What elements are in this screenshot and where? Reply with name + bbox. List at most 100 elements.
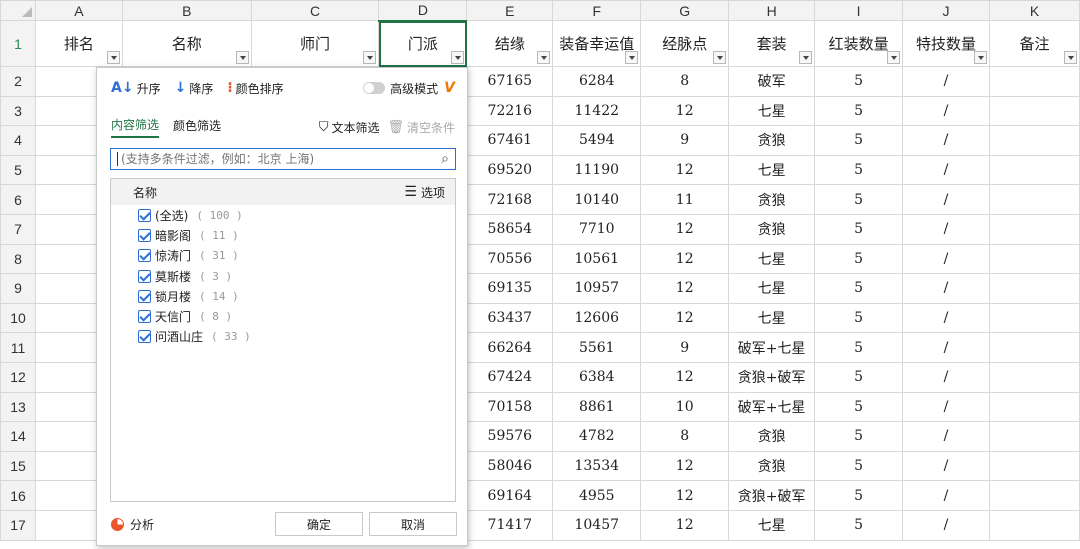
cell-taozhuang[interactable]: 破军+七星 bbox=[728, 391, 816, 423]
cell-red-count[interactable]: 5 bbox=[814, 66, 904, 97]
checkbox[interactable] bbox=[138, 208, 151, 222]
row-header[interactable]: 10 bbox=[0, 302, 36, 334]
cell-luck[interactable]: 10140 bbox=[552, 184, 642, 215]
cell-taozhuang[interactable]: 破军 bbox=[728, 66, 816, 97]
header-cell-rank[interactable]: 排名 bbox=[34, 20, 123, 67]
cell-skill-count[interactable]: / bbox=[902, 509, 990, 541]
cell-skill-count[interactable]: / bbox=[902, 421, 990, 452]
cell-skill-count[interactable]: / bbox=[902, 125, 990, 156]
cell-red-count[interactable]: 5 bbox=[814, 125, 904, 156]
checkbox[interactable] bbox=[138, 289, 151, 303]
filter-dropdown-button[interactable] bbox=[363, 51, 377, 64]
cell-skill-count[interactable]: / bbox=[902, 154, 990, 186]
cell-jieyuan[interactable]: 58046 bbox=[466, 450, 554, 482]
cell-jieyuan[interactable]: 72168 bbox=[466, 184, 554, 215]
cell-taozhuang[interactable]: 贪狼+破军 bbox=[728, 480, 816, 511]
cell-jingmai[interactable]: 8 bbox=[640, 421, 730, 452]
cell-luck[interactable]: 6284 bbox=[552, 66, 642, 97]
cell-red-count[interactable]: 5 bbox=[814, 391, 904, 423]
cell-jingmai[interactable]: 12 bbox=[640, 361, 730, 393]
filter-dropdown-button[interactable] bbox=[625, 51, 639, 64]
header-cell-red-count[interactable]: 红装数量 bbox=[814, 20, 904, 67]
header-cell-luck[interactable]: 装备幸运值 bbox=[552, 20, 642, 67]
search-input[interactable] bbox=[117, 152, 442, 166]
column-header-c[interactable]: C bbox=[250, 0, 380, 21]
filter-dropdown-button[interactable] bbox=[713, 51, 727, 64]
cell-taozhuang[interactable]: 七星 bbox=[728, 509, 816, 541]
cell-jieyuan[interactable]: 67165 bbox=[466, 66, 554, 97]
cell-remarks[interactable] bbox=[989, 450, 1080, 482]
cancel-button[interactable]: 取消 bbox=[369, 512, 457, 536]
filter-dropdown-button[interactable] bbox=[1064, 51, 1077, 64]
cell-skill-count[interactable]: / bbox=[902, 450, 990, 482]
cell-luck[interactable]: 5494 bbox=[552, 125, 642, 156]
cell-luck[interactable]: 13534 bbox=[552, 450, 642, 482]
cell-jieyuan[interactable]: 69135 bbox=[466, 273, 554, 304]
cell-luck[interactable]: 11422 bbox=[552, 95, 642, 127]
cell-taozhuang[interactable]: 七星 bbox=[728, 243, 816, 275]
filter-list-item[interactable]: 莫斯楼 ( 3 ) bbox=[111, 266, 455, 286]
analysis-button[interactable]: 分析 bbox=[111, 516, 154, 533]
row-header[interactable]: 3 bbox=[0, 95, 36, 127]
column-header-f[interactable]: F bbox=[552, 0, 642, 21]
tab-content-filter[interactable]: 内容筛选 bbox=[111, 116, 160, 138]
cell-red-count[interactable]: 5 bbox=[814, 421, 904, 452]
column-header-h[interactable]: H bbox=[728, 0, 816, 21]
cell-red-count[interactable]: 5 bbox=[814, 509, 904, 541]
select-all-corner[interactable] bbox=[0, 0, 36, 21]
row-header[interactable]: 14 bbox=[0, 421, 36, 452]
column-header-i[interactable]: I bbox=[814, 0, 904, 21]
row-header[interactable]: 13 bbox=[0, 391, 36, 423]
cell-remarks[interactable] bbox=[989, 154, 1080, 186]
cell-jieyuan[interactable]: 66264 bbox=[466, 332, 554, 363]
cell-skill-count[interactable]: / bbox=[902, 302, 990, 334]
cell-taozhuang[interactable]: 破军+七星 bbox=[728, 332, 816, 363]
cell-red-count[interactable]: 5 bbox=[814, 95, 904, 127]
row-header[interactable]: 11 bbox=[0, 332, 36, 363]
filter-dropdown-button[interactable] bbox=[799, 51, 813, 64]
cell-remarks[interactable] bbox=[989, 66, 1080, 97]
checkbox[interactable] bbox=[138, 249, 151, 263]
cell-red-count[interactable]: 5 bbox=[814, 243, 904, 275]
column-header-j[interactable]: J bbox=[902, 0, 990, 21]
row-header[interactable]: 15 bbox=[0, 450, 36, 482]
cell-skill-count[interactable]: / bbox=[902, 332, 990, 363]
filter-list-item[interactable]: 惊涛门 ( 31 ) bbox=[111, 246, 455, 266]
cell-remarks[interactable] bbox=[989, 361, 1080, 393]
cell-taozhuang[interactable]: 贪狼+破军 bbox=[728, 361, 816, 393]
header-cell-sect[interactable]: 门派 bbox=[378, 20, 468, 67]
row-header[interactable]: 9 bbox=[0, 273, 36, 304]
cell-jieyuan[interactable]: 67424 bbox=[466, 361, 554, 393]
cell-red-count[interactable]: 5 bbox=[814, 154, 904, 186]
header-cell-master[interactable]: 师门 bbox=[250, 20, 380, 67]
cell-red-count[interactable]: 5 bbox=[814, 332, 904, 363]
cell-jieyuan[interactable]: 70158 bbox=[466, 391, 554, 423]
cell-remarks[interactable] bbox=[989, 509, 1080, 541]
cell-jingmai[interactable]: 12 bbox=[640, 450, 730, 482]
row-header[interactable]: 2 bbox=[0, 66, 36, 97]
toggle-switch[interactable] bbox=[363, 82, 386, 94]
row-header[interactable]: 16 bbox=[0, 480, 36, 511]
row-header[interactable]: 6 bbox=[0, 184, 36, 215]
column-header-g[interactable]: G bbox=[640, 0, 730, 21]
cell-red-count[interactable]: 5 bbox=[814, 213, 904, 245]
cell-jieyuan[interactable]: 58654 bbox=[466, 213, 554, 245]
column-header-b[interactable]: B bbox=[121, 0, 252, 21]
cell-jingmai[interactable]: 9 bbox=[640, 125, 730, 156]
cell-remarks[interactable] bbox=[989, 480, 1080, 511]
cell-taozhuang[interactable]: 贪狼 bbox=[728, 125, 816, 156]
header-cell-taozhuang[interactable]: 套装 bbox=[728, 20, 816, 67]
cell-red-count[interactable]: 5 bbox=[814, 450, 904, 482]
filter-list-item[interactable]: 天信门 ( 8 ) bbox=[111, 306, 455, 326]
cell-skill-count[interactable]: / bbox=[902, 66, 990, 97]
cell-remarks[interactable] bbox=[989, 243, 1080, 275]
filter-list-item[interactable]: (全选) ( 100 ) bbox=[111, 205, 455, 225]
cell-jingmai[interactable]: 8 bbox=[640, 66, 730, 97]
advanced-mode-toggle[interactable]: 高级模式 V bbox=[363, 80, 455, 97]
row-header[interactable]: 5 bbox=[0, 154, 36, 186]
cell-skill-count[interactable]: / bbox=[902, 273, 990, 304]
cell-jingmai[interactable]: 12 bbox=[640, 302, 730, 334]
cell-taozhuang[interactable]: 贪狼 bbox=[728, 184, 816, 215]
cell-luck[interactable]: 10457 bbox=[552, 509, 642, 541]
cell-skill-count[interactable]: / bbox=[902, 213, 990, 245]
